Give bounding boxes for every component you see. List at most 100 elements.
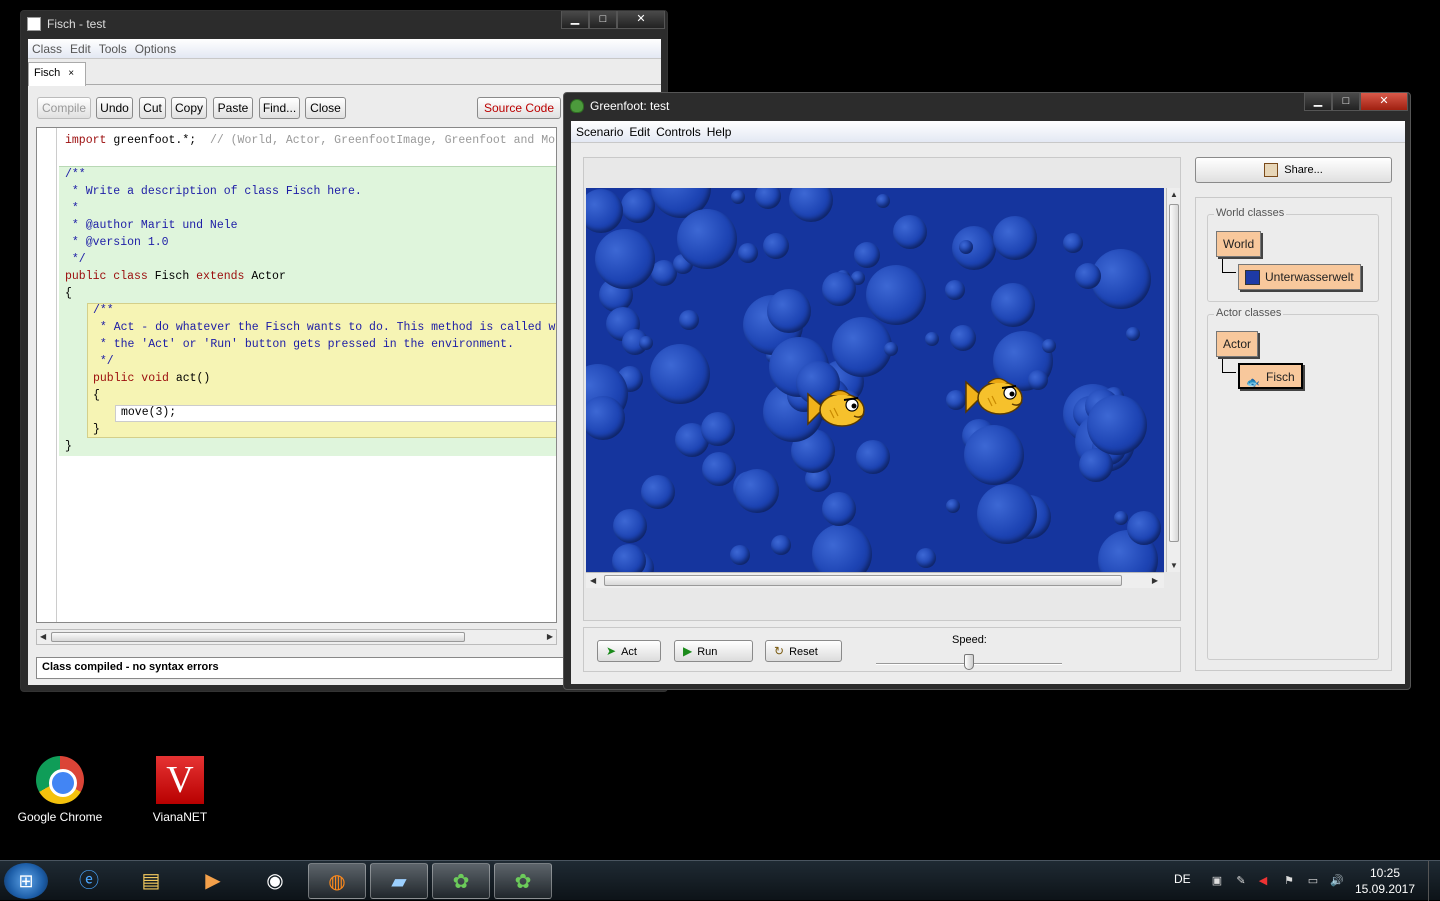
step-icon: ➤ bbox=[606, 644, 617, 658]
water-bubble bbox=[1127, 511, 1161, 545]
editor-titlebar[interactable]: Fisch - test ▁ □ ✕ bbox=[21, 11, 667, 39]
start-button[interactable]: ⊞ bbox=[4, 863, 48, 899]
editor-horizontal-scrollbar[interactable]: ◀ ▶ bbox=[36, 629, 557, 645]
close-window-button[interactable]: ✕ bbox=[1360, 93, 1408, 111]
run-button[interactable]: ▶ Run bbox=[674, 640, 753, 662]
firefox-icon[interactable]: ◍ bbox=[308, 863, 366, 899]
view-selector[interactable]: Source Code bbox=[477, 97, 561, 119]
internet-explorer-icon[interactable]: ⓔ bbox=[60, 863, 118, 899]
greenfoot-titlebar[interactable]: Greenfoot: test ▁ □ ✕ bbox=[564, 93, 1410, 121]
paste-button[interactable]: Paste bbox=[213, 97, 253, 119]
find-button[interactable]: Find... bbox=[259, 97, 300, 119]
copy-button[interactable]: Copy bbox=[171, 97, 207, 119]
fisch-actor[interactable] bbox=[806, 386, 876, 434]
minimize-button[interactable]: ▁ bbox=[561, 11, 589, 29]
scroll-right-icon[interactable]: ▶ bbox=[547, 632, 553, 641]
water-bubble bbox=[893, 215, 927, 249]
greenfoot-window[interactable]: Greenfoot: test ▁ □ ✕ Scenario Edit Cont… bbox=[563, 92, 1411, 690]
code-keyword: extends bbox=[196, 270, 245, 283]
chrome-icon bbox=[36, 756, 84, 804]
scroll-left-icon[interactable]: ◀ bbox=[590, 576, 596, 585]
water-bubble bbox=[822, 492, 856, 526]
volume-icon[interactable]: 🔊 bbox=[1330, 874, 1344, 888]
close-button[interactable]: Close bbox=[305, 97, 346, 119]
water-bubble bbox=[586, 189, 623, 233]
maximize-button[interactable]: □ bbox=[1332, 93, 1360, 111]
notes-app-icon[interactable]: ▰ bbox=[370, 863, 428, 899]
fisch-label: Fisch bbox=[1266, 370, 1295, 384]
clock[interactable]: 10:25 15.09.2017 bbox=[1350, 865, 1420, 897]
water-bubble bbox=[595, 229, 655, 289]
water-bubble bbox=[771, 535, 791, 555]
code-line: * Write a description of class Fisch her… bbox=[65, 185, 362, 198]
network-status-icon[interactable]: ▭ bbox=[1306, 874, 1320, 888]
menu-controls[interactable]: Controls bbox=[653, 125, 704, 139]
water-bubble bbox=[946, 390, 966, 410]
code-text-segment: Fisch bbox=[147, 270, 197, 283]
water-bubble bbox=[884, 342, 898, 356]
minimize-button[interactable]: ▁ bbox=[1304, 93, 1332, 111]
scroll-down-icon[interactable]: ▼ bbox=[1170, 561, 1178, 570]
speed-slider-handle[interactable] bbox=[964, 654, 974, 670]
tab-label: Fisch bbox=[34, 67, 61, 79]
menu-edit[interactable]: Edit bbox=[66, 42, 95, 56]
code-line: * Act - do whatever the Fisch wants to d… bbox=[93, 321, 557, 334]
water-bubble bbox=[925, 332, 939, 346]
class-world[interactable]: World bbox=[1216, 231, 1262, 257]
greenfoot-body: Scenario Edit Controls Help ▲ ▼ ◀ ▶ ➤ Ac… bbox=[571, 121, 1405, 684]
maximize-button[interactable]: □ bbox=[589, 11, 617, 29]
greenfoot-taskbar-icon-2[interactable]: ✿ bbox=[494, 863, 552, 899]
reset-button[interactable]: ↻ Reset bbox=[765, 640, 842, 662]
world-canvas[interactable] bbox=[586, 188, 1164, 572]
close-window-button[interactable]: ✕ bbox=[617, 11, 665, 29]
tab-close-icon[interactable]: × bbox=[68, 68, 74, 79]
world-horizontal-scrollbar[interactable]: ◀ ▶ bbox=[586, 572, 1164, 588]
scroll-right-icon[interactable]: ▶ bbox=[1152, 576, 1158, 585]
code-keyword: public void bbox=[93, 372, 169, 385]
act-button[interactable]: ➤ Act bbox=[597, 640, 661, 662]
desktop-icon-chrome[interactable]: Google Chrome bbox=[10, 756, 110, 824]
act-label: Act bbox=[621, 646, 637, 658]
tools-icon[interactable]: ✎ bbox=[1234, 874, 1248, 888]
flag-icon[interactable]: ⚑ bbox=[1282, 874, 1296, 888]
class-actor[interactable]: Actor bbox=[1216, 331, 1259, 357]
class-fisch[interactable]: 🐟 Fisch bbox=[1238, 363, 1303, 389]
tab-fisch[interactable]: Fisch × bbox=[28, 62, 86, 86]
greenfoot-taskbar-icon[interactable]: ✿ bbox=[432, 863, 490, 899]
scroll-thumb[interactable] bbox=[604, 575, 1122, 586]
menu-help[interactable]: Help bbox=[704, 125, 735, 139]
code-text: import greenfoot.*; // (World, Actor, Gr… bbox=[59, 128, 556, 622]
chrome-taskbar-icon[interactable]: ◉ bbox=[246, 863, 304, 899]
compile-button[interactable]: Compile bbox=[37, 97, 91, 119]
fisch-actor[interactable] bbox=[964, 374, 1034, 422]
class-unterwasserwelt[interactable]: Unterwasserwelt bbox=[1238, 264, 1361, 290]
scroll-thumb[interactable] bbox=[51, 632, 465, 642]
menu-class[interactable]: Class bbox=[28, 42, 66, 56]
desktop-icon-label: Google Chrome bbox=[17, 810, 103, 824]
world-vertical-scrollbar[interactable]: ▲ ▼ bbox=[1166, 188, 1180, 572]
language-indicator[interactable]: DE bbox=[1174, 872, 1191, 886]
scroll-left-icon[interactable]: ◀ bbox=[40, 632, 46, 641]
alert-icon[interactable]: ◀ bbox=[1256, 874, 1270, 888]
undo-button[interactable]: Undo bbox=[96, 97, 133, 119]
water-bubble bbox=[677, 209, 737, 269]
code-editor[interactable]: import greenfoot.*; // (World, Actor, Gr… bbox=[36, 127, 557, 623]
scroll-up-icon[interactable]: ▲ bbox=[1170, 190, 1178, 199]
menu-tools[interactable]: Tools bbox=[95, 42, 131, 56]
water-bubble bbox=[1063, 233, 1083, 253]
menu-scenario[interactable]: Scenario bbox=[573, 125, 626, 139]
share-button[interactable]: Share... bbox=[1195, 157, 1392, 183]
file-explorer-icon[interactable]: ▤ bbox=[122, 863, 180, 899]
menu-options[interactable]: Options bbox=[131, 42, 180, 56]
code-keyword: import bbox=[65, 134, 107, 147]
water-bubble bbox=[621, 189, 655, 223]
desktop-icon-viananet[interactable]: V VianaNET bbox=[130, 756, 230, 824]
code-line: move(3); bbox=[121, 406, 177, 419]
network-icon[interactable]: ▣ bbox=[1210, 874, 1224, 888]
cut-button[interactable]: Cut bbox=[139, 97, 166, 119]
scroll-thumb[interactable] bbox=[1169, 204, 1179, 542]
media-player-icon[interactable]: ▶ bbox=[184, 863, 242, 899]
inheritance-arrow bbox=[1222, 259, 1236, 273]
show-desktop-button[interactable] bbox=[1428, 861, 1440, 901]
menu-edit[interactable]: Edit bbox=[626, 125, 653, 139]
